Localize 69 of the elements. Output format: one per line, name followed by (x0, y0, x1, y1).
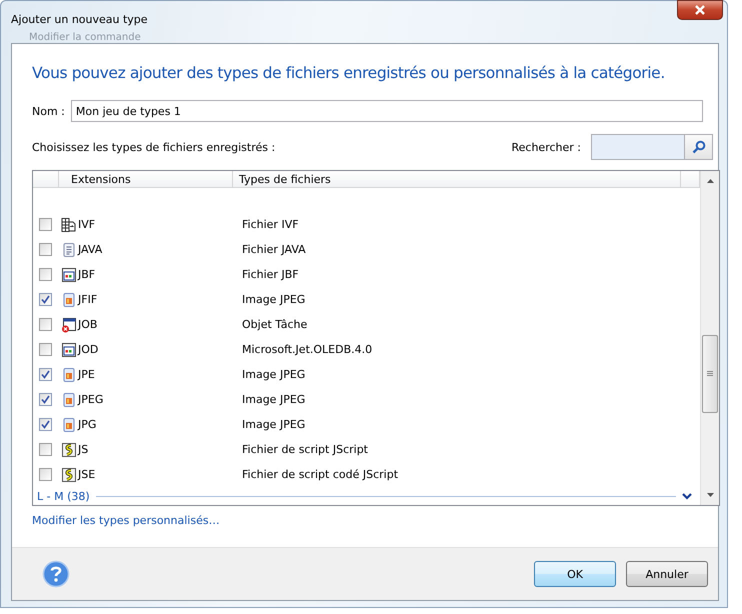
file-type-cell: Objet Tâche (242, 318, 308, 332)
extension-cell: JS (78, 443, 88, 456)
checkbox[interactable] (39, 268, 52, 282)
scroll-down-arrow-icon[interactable] (706, 493, 714, 497)
grip-icon (707, 371, 713, 377)
choose-label: Choisissez les types de fichiers enregistrés : (32, 140, 276, 154)
column-header[interactable]: Extensions (59, 171, 233, 188)
search-button[interactable] (685, 134, 713, 160)
extension-cell: JOD (78, 343, 98, 356)
scrollbar-thumb[interactable] (702, 335, 718, 413)
background-window-text: Modifier la commande (29, 32, 141, 43)
help-icon[interactable] (42, 560, 70, 588)
file-type-cell: Fichier IVF (242, 218, 299, 232)
extension-cell: JPE (78, 368, 95, 382)
checkbox[interactable] (39, 393, 52, 406)
checkbox[interactable] (39, 293, 52, 306)
customize-types-link[interactable]: Modifier les types personnalisés… (32, 514, 220, 527)
scroll-up-arrow-icon[interactable] (706, 179, 714, 183)
checkbox[interactable] (39, 443, 52, 456)
image-file-icon (61, 392, 77, 408)
file-type-cell: Fichier de script JScript (242, 443, 368, 456)
text-file-icon (61, 242, 77, 258)
film-file-icon (61, 216, 77, 233)
file-type-cell: Microsoft.Jet.OLEDB.4.0 (242, 343, 372, 356)
file-type-cell: Fichier JAVA (242, 243, 306, 256)
extension-cell: JAVA (78, 243, 102, 256)
search-field[interactable] (591, 134, 685, 160)
script-file-icon (61, 466, 77, 483)
expand-chevron-icon[interactable] (682, 492, 692, 500)
group-header[interactable]: L - M (38) (37, 490, 90, 503)
dialog-heading: Vous pouvez ajouter des types de fichiers enregistrés ou personnalisés à la catégorie. (32, 64, 666, 82)
window-file-icon (61, 342, 77, 358)
file-type-cell: Image JPEG (242, 418, 306, 432)
image-file-icon (61, 292, 77, 308)
close-button[interactable] (677, 0, 723, 20)
checkbox[interactable] (39, 243, 52, 256)
extension-cell: JSE (78, 468, 96, 482)
search-label: Rechercher : (512, 140, 581, 154)
extension-cell: JOB (78, 318, 98, 332)
name-field[interactable]: Mon jeu de types 1 (70, 100, 703, 122)
checkbox[interactable] (39, 218, 52, 232)
file-type-cell: Image JPEG (242, 393, 306, 406)
window-file-icon (61, 266, 77, 283)
cancel-button[interactable]: Annuler (626, 561, 708, 587)
file-type-cell: Fichier de script codé JScript (242, 468, 398, 482)
script-file-icon (61, 442, 77, 458)
file-type-cell: Image JPEG (242, 368, 306, 382)
image-file-icon (61, 366, 77, 383)
extension-cell: JBF (78, 268, 96, 282)
extension-cell: JPG (78, 418, 96, 432)
column-header[interactable]: Types de fichiers (233, 171, 681, 188)
image-file-icon (61, 416, 77, 433)
close-icon (694, 5, 706, 15)
checkbox[interactable] (39, 343, 52, 356)
file-type-cell: Image JPEG (242, 293, 306, 306)
name-label: Nom : (32, 104, 65, 118)
ok-button[interactable]: OK (534, 561, 616, 587)
checkbox[interactable] (39, 318, 52, 332)
checkbox[interactable] (39, 468, 52, 482)
extension-cell: JFIF (78, 293, 98, 306)
extension-cell: IVF (78, 218, 96, 232)
vertical-scrollbar[interactable] (700, 171, 719, 505)
search-icon (692, 140, 706, 154)
task-file-icon (61, 316, 77, 333)
window-title: Ajouter un nouveau type (11, 12, 148, 26)
checkbox[interactable] (39, 368, 52, 382)
extension-cell: JPEG (78, 393, 104, 406)
checkbox[interactable] (39, 418, 52, 432)
file-type-cell: Fichier JBF (242, 268, 299, 282)
